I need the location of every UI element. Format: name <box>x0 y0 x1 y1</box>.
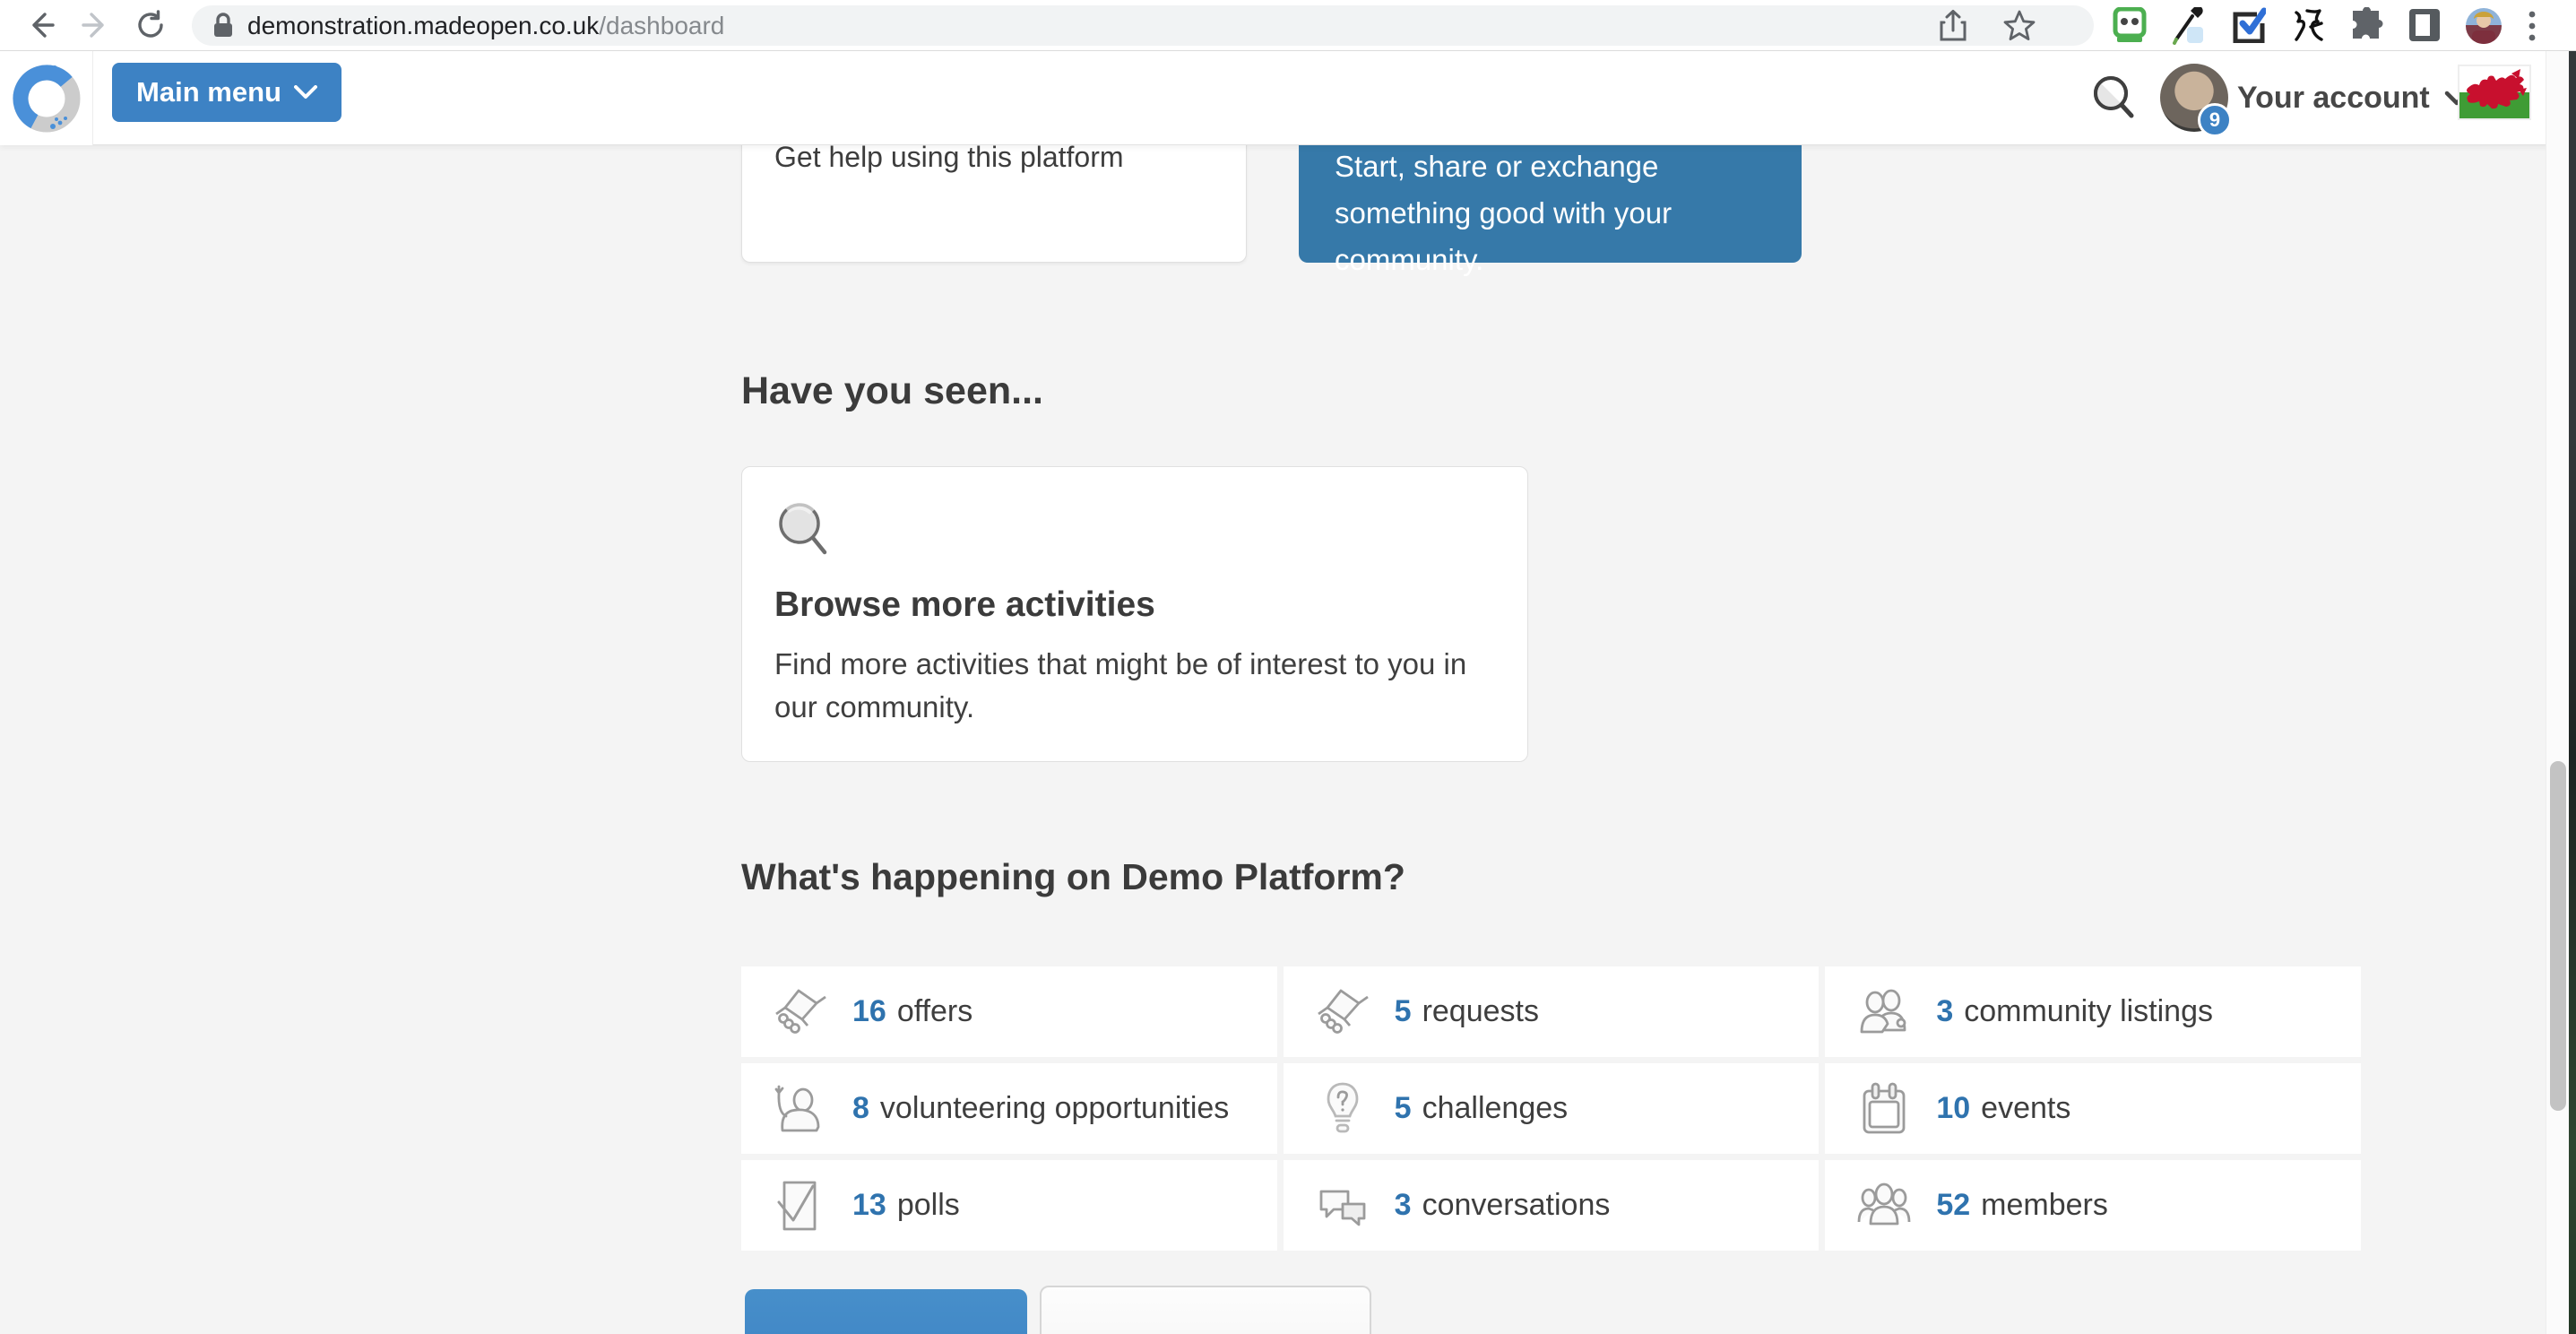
cta-card-text: Start, share or exchange something good … <box>1335 143 1765 283</box>
people-pair-icon <box>1855 983 1913 1041</box>
stat-polls[interactable]: 13 polls <box>741 1160 1277 1251</box>
scrollbar-thumb[interactable] <box>2550 761 2566 1111</box>
handshake-icon <box>1314 983 1371 1041</box>
notification-badge[interactable]: 9 <box>2198 103 2232 137</box>
stat-label: members <box>1981 1188 2108 1223</box>
welsh-flag-icon[interactable] <box>2458 65 2531 120</box>
desktop-edge-strip <box>2569 51 2576 1334</box>
main-menu-label: Main menu <box>136 76 281 108</box>
stat-offers[interactable]: 16 offers <box>741 966 1277 1057</box>
stats-grid: 16 offers 5 requests 3 community listing… <box>741 966 2361 1251</box>
browser-profile-avatar[interactable] <box>2465 7 2503 43</box>
stat-requests[interactable]: 5 requests <box>1284 966 1820 1057</box>
site-logo[interactable] <box>0 51 93 145</box>
stat-label: offers <box>897 994 972 1029</box>
browse-card-title: Browse more activities <box>774 585 1155 625</box>
stat-challenges[interactable]: 5 challenges <box>1284 1063 1820 1154</box>
eyedropper-extension-icon[interactable] <box>2171 7 2207 43</box>
browser-chrome: demonstration.madeopen.co.uk/dashboard <box>0 0 2576 51</box>
stat-count: 10 <box>1936 1091 1970 1126</box>
handshake-icon <box>772 983 829 1041</box>
stat-label: community listings <box>1964 994 2213 1029</box>
stat-label: events <box>1981 1091 2070 1126</box>
back-icon[interactable] <box>23 7 59 43</box>
reload-icon[interactable] <box>133 7 169 43</box>
stat-count: 3 <box>1395 1188 1412 1223</box>
stat-label: challenges <box>1422 1091 1569 1126</box>
stat-events[interactable]: 10 events <box>1825 1063 2361 1154</box>
stat-count: 5 <box>1395 1091 1412 1126</box>
stat-label: requests <box>1422 994 1539 1029</box>
extensions-puzzle-icon[interactable] <box>2348 7 2384 43</box>
bookmark-star-icon[interactable] <box>2002 9 2036 43</box>
stat-label: conversations <box>1422 1188 1611 1223</box>
speech-bubbles-icon <box>1314 1177 1371 1234</box>
browse-all-activities-button[interactable]: Browse all activities <box>1040 1286 1371 1334</box>
stat-count: 13 <box>852 1188 886 1223</box>
lock-icon <box>212 13 235 39</box>
share-icon[interactable] <box>1938 9 1968 43</box>
search-button[interactable] <box>2088 71 2142 125</box>
stat-count: 52 <box>1936 1188 1970 1223</box>
roboform-extension-icon[interactable] <box>2112 7 2148 43</box>
raised-hand-icon <box>772 1080 829 1138</box>
lightbulb-question-icon <box>1314 1080 1371 1138</box>
search-icon <box>2088 72 2140 124</box>
stat-count: 3 <box>1936 994 1953 1029</box>
address-bar[interactable]: demonstration.madeopen.co.uk/dashboard <box>192 5 2094 46</box>
site-header: Main menu 9 Your account <box>0 51 2576 145</box>
poll-check-icon <box>772 1177 829 1234</box>
stat-volunteering[interactable]: 8 volunteering opportunities <box>741 1063 1277 1154</box>
stat-count: 5 <box>1395 994 1412 1029</box>
chevron-down-icon <box>294 85 317 100</box>
url-text: demonstration.madeopen.co.uk/dashboard <box>247 12 724 40</box>
stat-label: polls <box>897 1188 960 1223</box>
stat-community-listings[interactable]: 3 community listings <box>1825 966 2361 1057</box>
browse-more-activities-card[interactable]: Browse more activities Find more activit… <box>741 466 1528 762</box>
your-account-menu[interactable]: Your account <box>2237 51 2469 145</box>
notification-count: 9 <box>2209 108 2220 132</box>
forward-icon[interactable] <box>77 7 113 43</box>
add-new-activity-button[interactable]: Add new activity <box>745 1289 1027 1334</box>
whats-happening-heading: What's happening on Demo Platform? <box>741 856 1405 898</box>
sidebar-extension-icon[interactable] <box>2407 7 2442 43</box>
extension-toolbar <box>2112 7 2538 43</box>
scrollbar-track[interactable] <box>2546 51 2569 1334</box>
help-card-text: Get help using this platform <box>774 141 1124 174</box>
main-menu-button[interactable]: Main menu <box>112 63 341 122</box>
calendar-icon <box>1855 1080 1913 1138</box>
stat-members[interactable]: 52 members <box>1825 1160 2361 1251</box>
magnifier-icon <box>773 498 837 562</box>
have-you-seen-heading: Have you seen... <box>741 369 1043 413</box>
stat-label: volunteering opportunities <box>880 1091 1229 1126</box>
stat-conversations[interactable]: 3 conversations <box>1284 1160 1820 1251</box>
browse-card-description: Find more activities that might be of in… <box>774 643 1500 729</box>
browser-menu-icon[interactable] <box>2526 9 2538 43</box>
people-group-icon <box>1855 1177 1913 1234</box>
stat-count: 8 <box>852 1091 869 1126</box>
checkbox-extension-icon[interactable] <box>2230 7 2266 43</box>
your-account-label: Your account <box>2237 81 2430 116</box>
calligraphy-extension-icon[interactable] <box>2289 7 2325 43</box>
stat-count: 16 <box>852 994 886 1029</box>
